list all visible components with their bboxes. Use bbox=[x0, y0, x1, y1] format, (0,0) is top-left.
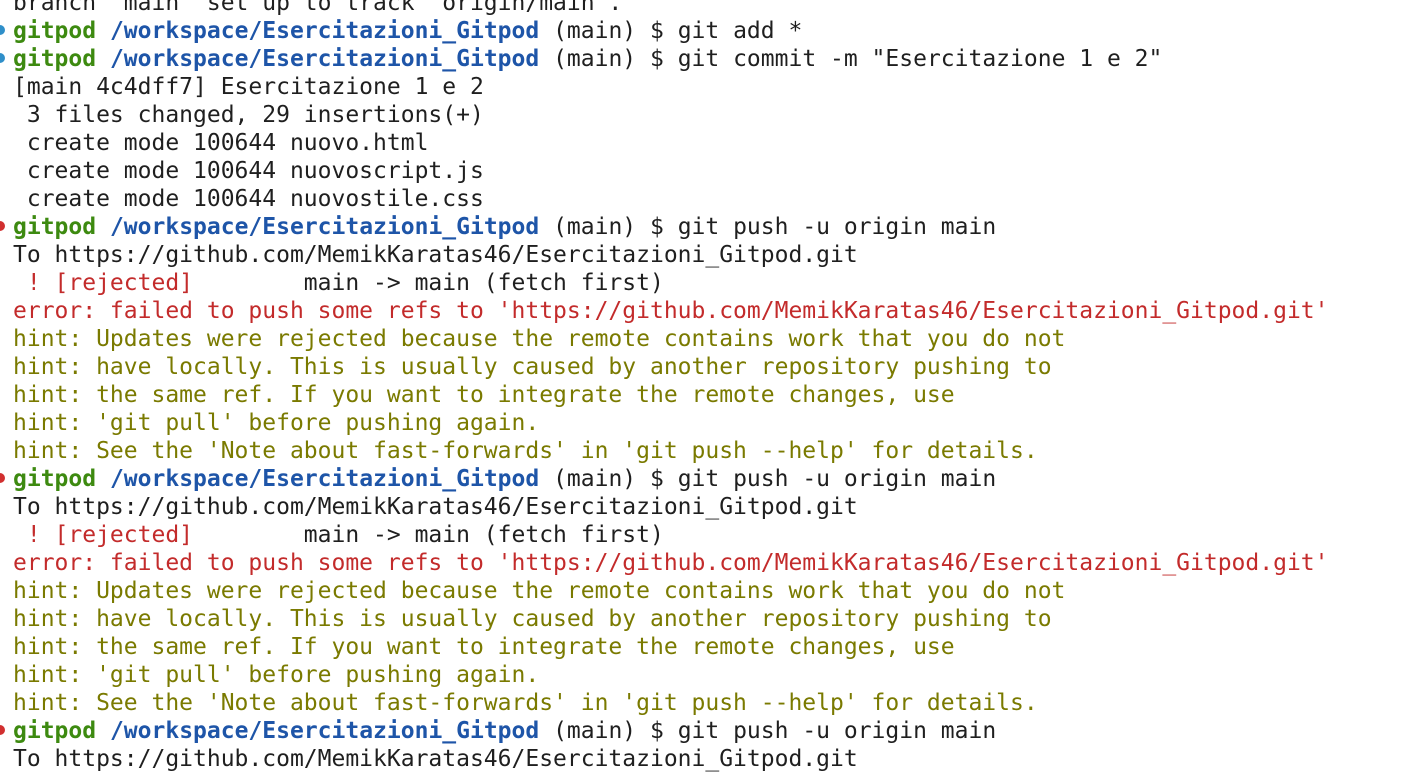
hint-line: hint: See the 'Note about fast-forwards'… bbox=[0, 437, 1402, 465]
prompt-path: /workspace/Esercitazioni_Gitpod bbox=[109, 718, 540, 744]
rejected-ref: main -> main (fetch first) bbox=[193, 270, 664, 296]
prompt-line: gitpod /workspace/Esercitazioni_Gitpod (… bbox=[0, 717, 1402, 745]
hint-line: hint: See the 'Note about fast-forwards'… bbox=[0, 689, 1402, 717]
hint-text: hint: Updates were rejected because the … bbox=[13, 578, 1066, 604]
hint-line: hint: 'git pull' before pushing again. bbox=[0, 661, 1402, 689]
error-text: error: failed to push some refs to 'http… bbox=[13, 298, 1329, 324]
output-line: To https://github.com/MemikKaratas46/Ese… bbox=[0, 241, 1402, 269]
prompt-command: (main) $ git add * bbox=[539, 18, 803, 44]
output-line: To https://github.com/MemikKaratas46/Ese… bbox=[0, 745, 1402, 773]
output-text: To https://github.com/MemikKaratas46/Ese… bbox=[13, 494, 858, 520]
rejected-tag: ! [rejected] bbox=[13, 270, 194, 296]
rejected-line: ! [rejected] main -> main (fetch first) bbox=[0, 269, 1402, 297]
prompt-user: gitpod bbox=[13, 214, 97, 240]
error-line: error: failed to push some refs to 'http… bbox=[0, 549, 1402, 577]
hint-line: hint: have locally. This is usually caus… bbox=[0, 605, 1402, 633]
prompt-path: /workspace/Esercitazioni_Gitpod bbox=[109, 46, 540, 72]
prompt-command: (main) $ git push -u origin main bbox=[539, 214, 997, 240]
output-line: create mode 100644 nuovoscript.js bbox=[0, 157, 1402, 185]
output-text: [main 4c4dff7] Esercitazione 1 e 2 bbox=[13, 74, 484, 100]
terminal-output[interactable]: branch 'main' set up to track 'origin/ma… bbox=[0, 0, 1402, 774]
hint-text: hint: the same ref. If you want to integ… bbox=[13, 382, 955, 408]
hint-line: hint: 'git pull' before pushing again. bbox=[0, 409, 1402, 437]
output-text: To https://github.com/MemikKaratas46/Ese… bbox=[13, 746, 858, 772]
error-text: error: failed to push some refs to 'http… bbox=[13, 550, 1329, 576]
output-line: create mode 100644 nuovo.html bbox=[0, 129, 1402, 157]
hint-text: hint: 'git pull' before pushing again. bbox=[13, 410, 540, 436]
output-text: To https://github.com/MemikKaratas46/Ese… bbox=[13, 242, 858, 268]
output-line: [main 4c4dff7] Esercitazione 1 e 2 bbox=[0, 73, 1402, 101]
prompt-line: gitpod /workspace/Esercitazioni_Gitpod (… bbox=[0, 17, 1402, 45]
error-line: error: failed to push some refs to 'http… bbox=[0, 297, 1402, 325]
hint-text: hint: have locally. This is usually caus… bbox=[13, 354, 1052, 380]
prompt-user: gitpod bbox=[13, 46, 97, 72]
prompt-command: (main) $ git push -u origin main bbox=[539, 718, 997, 744]
command-error-decoration-icon[interactable] bbox=[0, 725, 5, 735]
prompt-line: gitpod /workspace/Esercitazioni_Gitpod (… bbox=[0, 213, 1402, 241]
command-error-decoration-icon[interactable] bbox=[0, 221, 5, 231]
hint-line: hint: Updates were rejected because the … bbox=[0, 577, 1402, 605]
hint-line: hint: the same ref. If you want to integ… bbox=[0, 381, 1402, 409]
output-text: 3 files changed, 29 insertions(+) bbox=[13, 102, 484, 128]
output-text: create mode 100644 nuovoscript.js bbox=[13, 158, 484, 184]
hint-text: hint: Updates were rejected because the … bbox=[13, 326, 1066, 352]
prompt-line: gitpod /workspace/Esercitazioni_Gitpod (… bbox=[0, 45, 1402, 73]
output-line: 3 files changed, 29 insertions(+) bbox=[0, 101, 1402, 129]
prompt-path: /workspace/Esercitazioni_Gitpod bbox=[109, 214, 540, 240]
output-line: To https://github.com/MemikKaratas46/Ese… bbox=[0, 493, 1402, 521]
hint-text: hint: See the 'Note about fast-forwards'… bbox=[13, 690, 1038, 716]
hint-text: hint: See the 'Note about fast-forwards'… bbox=[13, 438, 1038, 464]
prompt-command: (main) $ git commit -m "Esercitazione 1 … bbox=[539, 46, 1163, 72]
hint-text: hint: 'git pull' before pushing again. bbox=[13, 662, 540, 688]
hint-line: hint: the same ref. If you want to integ… bbox=[0, 633, 1402, 661]
rejected-ref: main -> main (fetch first) bbox=[193, 522, 664, 548]
prompt-user: gitpod bbox=[13, 718, 97, 744]
prompt-path: /workspace/Esercitazioni_Gitpod bbox=[109, 18, 540, 44]
command-success-decoration-icon[interactable] bbox=[0, 25, 5, 35]
rejected-line: ! [rejected] main -> main (fetch first) bbox=[0, 521, 1402, 549]
prompt-command: (main) $ git push -u origin main bbox=[539, 466, 997, 492]
output-text: create mode 100644 nuovostile.css bbox=[13, 186, 484, 212]
output-text: branch 'main' set up to track 'origin/ma… bbox=[13, 0, 623, 16]
prompt-user: gitpod bbox=[13, 466, 97, 492]
prompt-path: /workspace/Esercitazioni_Gitpod bbox=[109, 466, 540, 492]
output-line: branch 'main' set up to track 'origin/ma… bbox=[0, 0, 1402, 17]
hint-text: hint: the same ref. If you want to integ… bbox=[13, 634, 955, 660]
output-line: create mode 100644 nuovostile.css bbox=[0, 185, 1402, 213]
prompt-line: gitpod /workspace/Esercitazioni_Gitpod (… bbox=[0, 465, 1402, 493]
prompt-user: gitpod bbox=[13, 18, 97, 44]
hint-line: hint: Updates were rejected because the … bbox=[0, 325, 1402, 353]
rejected-tag: ! [rejected] bbox=[13, 522, 194, 548]
output-text: create mode 100644 nuovo.html bbox=[13, 130, 429, 156]
hint-text: hint: have locally. This is usually caus… bbox=[13, 606, 1052, 632]
command-error-decoration-icon[interactable] bbox=[0, 473, 5, 483]
command-success-decoration-icon[interactable] bbox=[0, 53, 5, 63]
hint-line: hint: have locally. This is usually caus… bbox=[0, 353, 1402, 381]
